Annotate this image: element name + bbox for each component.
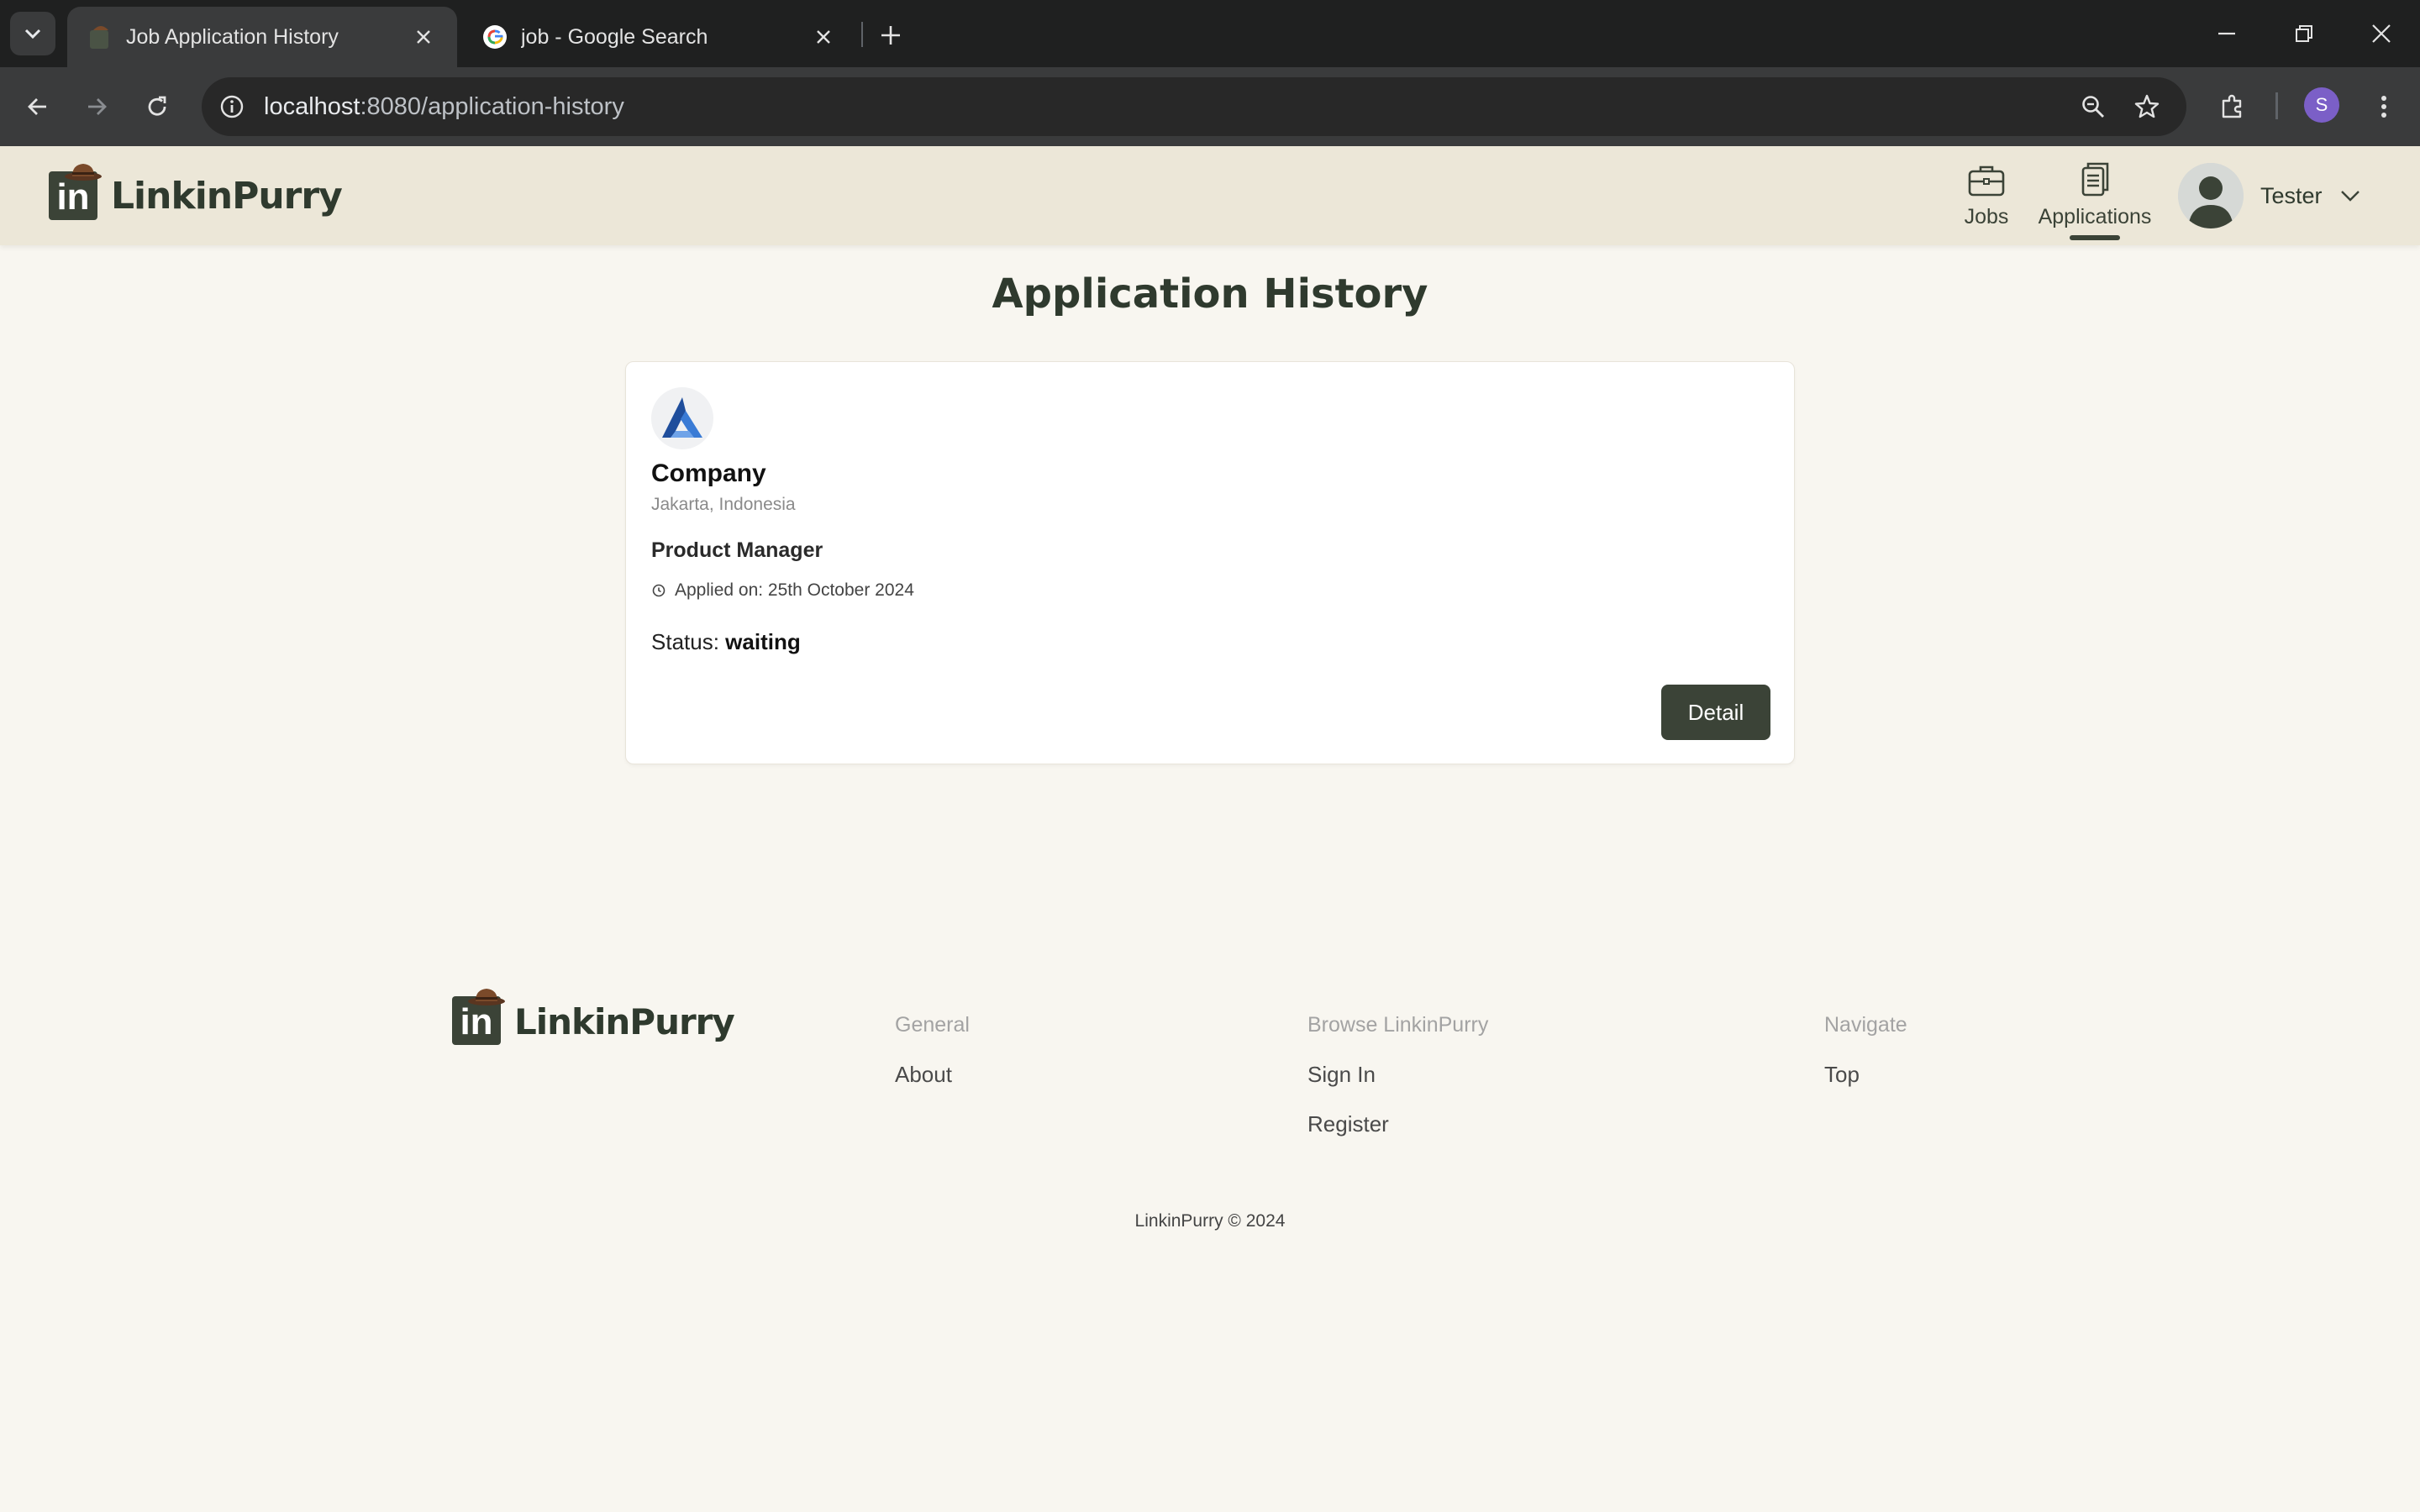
browser-profile-avatar[interactable]: S <box>2304 87 2339 123</box>
browser-toolbar: localhost:8080/application-history <box>0 67 2420 146</box>
toolbar-divider <box>2275 92 2278 119</box>
footer-link-top[interactable]: Top <box>1824 1062 1860 1088</box>
status-value: waiting <box>725 629 801 654</box>
google-favicon-icon <box>482 24 508 50</box>
applied-date-text: Applied on: 25th October 2024 <box>675 580 914 600</box>
nav-applications[interactable]: Applications <box>2032 160 2158 229</box>
linkinpurry-logo-icon: in <box>49 164 103 220</box>
close-tab-icon[interactable] <box>810 24 837 50</box>
back-button[interactable] <box>17 86 59 128</box>
tab-separator <box>861 22 863 47</box>
close-window-button[interactable] <box>2356 12 2407 55</box>
footer-heading-navigate: Navigate <box>1824 1013 1907 1037</box>
restore-icon <box>2296 25 2312 42</box>
footer-heading-browse: Browse LinkinPurry <box>1307 1013 1489 1037</box>
url-text: localhost:8080/application-history <box>264 93 624 121</box>
nav-jobs-label: Jobs <box>1964 205 2009 228</box>
arrow-left-icon <box>28 98 46 115</box>
footer-brand-name: LinkinPurry <box>514 1001 735 1042</box>
company-logo-icon <box>662 397 702 438</box>
footer-link-sign-in[interactable]: Sign In <box>1307 1062 1376 1088</box>
address-bar[interactable]: localhost:8080/application-history <box>202 77 2186 136</box>
chevron-down-icon <box>2339 185 2361 207</box>
briefcase-icon <box>1966 160 2007 200</box>
puzzle-icon <box>2222 94 2242 118</box>
application-status: Status: waiting <box>651 629 801 655</box>
header-logo[interactable]: in LinkinPurry <box>49 164 343 220</box>
tab-job-application-history[interactable]: Job Application History <box>67 7 457 67</box>
tab-title: job - Google Search <box>521 24 708 49</box>
user-avatar-icon <box>2178 163 2244 228</box>
linkinpurry-favicon-icon <box>87 24 113 50</box>
brand-name: LinkinPurry <box>111 175 343 218</box>
zoom-icon[interactable] <box>2072 86 2114 128</box>
active-nav-indicator <box>2070 235 2120 240</box>
linkinpurry-logo-icon: in <box>452 989 506 1045</box>
application-card: Company Jakarta, Indonesia Product Manag… <box>625 361 1795 764</box>
close-icon <box>2372 24 2391 43</box>
detail-button[interactable]: Detail <box>1661 685 1770 740</box>
browser-tab-bar: Job Application History job - Google Sea… <box>0 0 2420 67</box>
tab-search-button[interactable] <box>10 12 55 55</box>
bookmark-star-icon[interactable] <box>2126 86 2168 128</box>
nav-applications-label: Applications <box>2038 205 2152 228</box>
new-tab-button[interactable] <box>872 17 909 54</box>
arrow-right-icon <box>88 98 107 115</box>
clock-icon <box>651 583 666 598</box>
close-tab-icon[interactable] <box>410 24 437 50</box>
company-location: Jakarta, Indonesia <box>651 495 796 514</box>
user-name: Tester <box>2260 182 2323 208</box>
url-path: :8080/application-history <box>360 92 624 120</box>
chevron-down-icon <box>24 29 41 39</box>
reload-icon <box>148 96 166 116</box>
forward-button[interactable] <box>76 86 118 128</box>
avatar <box>2178 163 2244 228</box>
company-logo <box>651 387 713 449</box>
footer-logo[interactable]: in LinkinPurry <box>452 989 735 1045</box>
minimize-icon <box>2218 32 2235 35</box>
kebab-menu-icon <box>2381 96 2386 118</box>
job-title: Product Manager <box>651 538 823 562</box>
plus-icon <box>881 26 900 45</box>
reload-button[interactable] <box>136 86 178 128</box>
status-label: Status: <box>651 629 719 654</box>
tab-google-search[interactable]: job - Google Search <box>462 7 857 67</box>
footer-link-about[interactable]: About <box>895 1062 952 1088</box>
nav-jobs[interactable]: Jobs <box>1963 160 2010 229</box>
hat-icon <box>65 164 102 181</box>
minimize-window-button[interactable] <box>2202 12 2252 55</box>
hat-icon <box>468 989 505 1005</box>
user-menu[interactable]: Tester <box>2178 163 2361 228</box>
footer-heading-general: General <box>895 1013 970 1037</box>
restore-window-button[interactable] <box>2279 12 2329 55</box>
page-title: Application History <box>992 270 1428 318</box>
browser-menu-button[interactable] <box>2363 86 2405 128</box>
footer-link-register[interactable]: Register <box>1307 1111 1389 1137</box>
documents-icon <box>2075 160 2115 200</box>
extensions-button[interactable] <box>2212 86 2254 128</box>
site-info-icon[interactable] <box>217 92 247 122</box>
url-host: localhost <box>264 92 360 120</box>
tab-title: Job Application History <box>126 24 339 49</box>
copyright: LinkinPurry © 2024 <box>1134 1211 1286 1231</box>
applied-date: Applied on: 25th October 2024 <box>651 580 914 601</box>
company-name: Company <box>651 459 766 487</box>
